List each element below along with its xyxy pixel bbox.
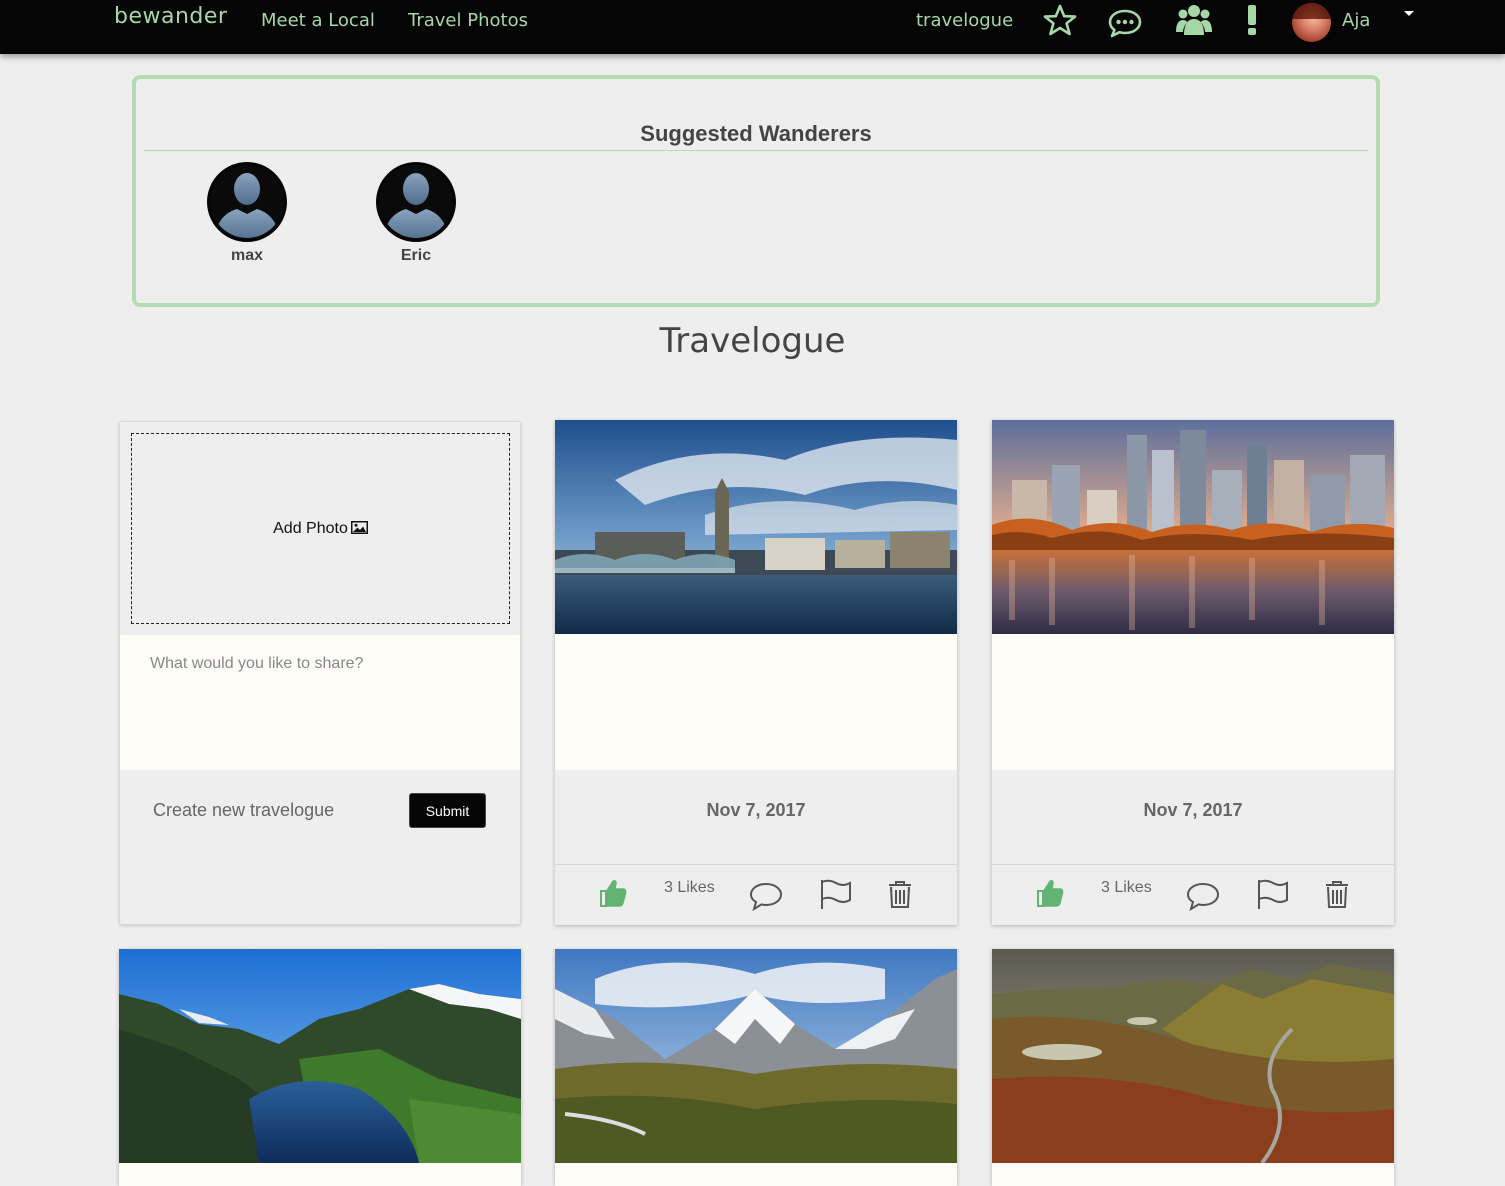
create-travelogue-label: Create new travelogue bbox=[153, 800, 335, 820]
wanderer-card[interactable]: Eric bbox=[376, 162, 456, 265]
comment-icon[interactable] bbox=[1186, 881, 1220, 912]
thumbs-up-icon[interactable] bbox=[597, 877, 629, 909]
trash-icon[interactable] bbox=[887, 879, 913, 909]
travelogue-post-card bbox=[992, 949, 1394, 1186]
chat-icon[interactable] bbox=[1107, 5, 1143, 41]
likes-count: 3 Likes bbox=[1101, 879, 1152, 896]
star-icon[interactable] bbox=[1042, 3, 1078, 39]
post-actions: 3 Likes bbox=[555, 865, 957, 925]
likes-count: 3 Likes bbox=[664, 879, 715, 896]
post-body bbox=[119, 1163, 521, 1186]
nav-link-meet-a-local[interactable]: Meet a Local bbox=[261, 10, 375, 31]
flag-icon[interactable] bbox=[1256, 878, 1290, 910]
post-body bbox=[555, 634, 957, 770]
post-photo[interactable] bbox=[992, 420, 1394, 634]
suggested-wanderers-title: Suggested Wanderers bbox=[640, 121, 872, 146]
post-actions: 3 Likes bbox=[992, 865, 1394, 925]
nav-link-travel-photos[interactable]: Travel Photos bbox=[408, 10, 528, 31]
post-date: Nov 7, 2017 bbox=[1143, 800, 1243, 820]
post-date: Nov 7, 2017 bbox=[706, 800, 806, 820]
divider bbox=[144, 150, 1368, 151]
post-photo[interactable] bbox=[555, 949, 957, 1163]
travelogue-post-card bbox=[555, 949, 957, 1186]
user-name[interactable]: Aja bbox=[1342, 10, 1370, 31]
add-photo-label: Add Photo bbox=[273, 520, 348, 537]
image-icon bbox=[350, 521, 368, 534]
user-avatar[interactable] bbox=[1292, 3, 1331, 42]
alert-icon[interactable] bbox=[1240, 3, 1264, 39]
post-photo[interactable] bbox=[992, 949, 1394, 1165]
top-navbar: bewander Meet a Local Travel Photos trav… bbox=[0, 0, 1505, 54]
comment-icon[interactable] bbox=[749, 881, 783, 912]
thumbs-up-icon[interactable] bbox=[1034, 877, 1066, 909]
brand-logo[interactable]: bewander bbox=[114, 4, 227, 29]
avatar[interactable] bbox=[376, 162, 456, 242]
chevron-down-icon[interactable] bbox=[1404, 11, 1414, 16]
post-body bbox=[992, 1163, 1394, 1186]
post-body bbox=[555, 1163, 957, 1186]
wanderer-name[interactable]: Eric bbox=[376, 247, 456, 265]
post-photo[interactable] bbox=[555, 420, 957, 634]
new-travelogue-card: Add Photo Create new travelogue Submit bbox=[119, 421, 521, 925]
wanderer-card[interactable]: max bbox=[207, 162, 287, 265]
add-photo-dropzone[interactable]: Add Photo bbox=[131, 433, 510, 624]
submit-button[interactable]: Submit bbox=[409, 793, 486, 828]
suggested-wanderers-panel: Suggested Wanderers max Eric bbox=[132, 75, 1380, 307]
travelogue-post-card bbox=[119, 949, 521, 1186]
trash-icon[interactable] bbox=[1324, 879, 1350, 909]
group-icon[interactable] bbox=[1175, 2, 1213, 38]
flag-icon[interactable] bbox=[819, 878, 853, 910]
share-textarea[interactable] bbox=[120, 635, 520, 770]
travelogue-post-card: Nov 7, 2017 3 Likes bbox=[992, 420, 1394, 925]
post-body bbox=[992, 634, 1394, 770]
post-photo[interactable] bbox=[119, 949, 521, 1163]
page-title: Travelogue bbox=[659, 321, 846, 361]
nav-link-travelogue[interactable]: travelogue bbox=[916, 10, 1013, 31]
wanderer-name[interactable]: max bbox=[207, 247, 287, 265]
avatar[interactable] bbox=[207, 162, 287, 242]
travelogue-post-card: Nov 7, 2017 3 Likes bbox=[555, 420, 957, 925]
